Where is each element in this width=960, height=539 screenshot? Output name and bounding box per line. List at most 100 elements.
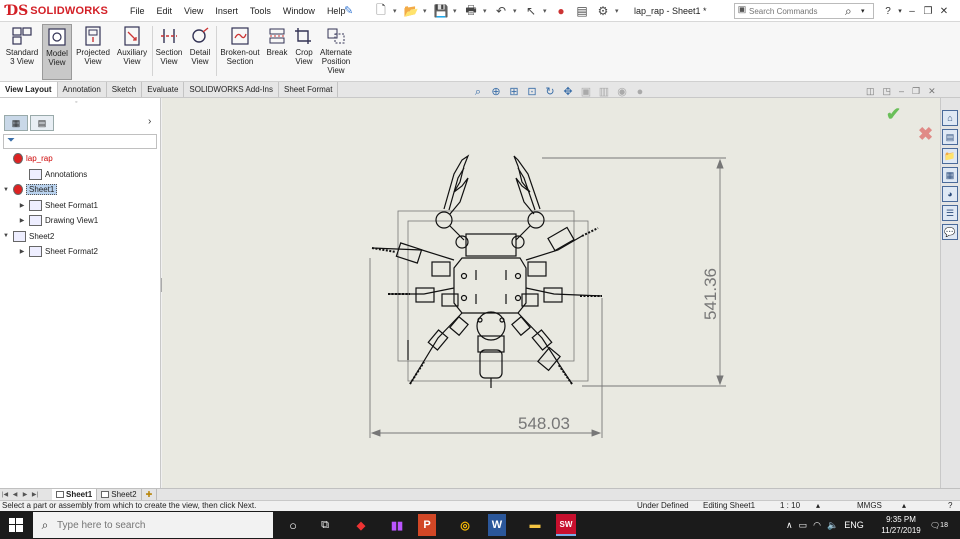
- zoom-to-selection-icon[interactable]: ⊡: [524, 84, 540, 100]
- tab-sheet-format[interactable]: Sheet Format: [279, 82, 339, 97]
- cortana-icon[interactable]: ○: [280, 514, 306, 536]
- cancel-x-icon[interactable]: ✖: [918, 124, 933, 145]
- scale-status[interactable]: 1 : 10: [780, 501, 800, 511]
- dimension-horizontal[interactable]: [369, 258, 603, 438]
- file-explorer-taskbar-icon[interactable]: ▬: [522, 514, 548, 536]
- zoom-in-out-icon[interactable]: ⊞: [506, 84, 522, 100]
- pan-icon[interactable]: ✥: [560, 84, 576, 100]
- dimension-541[interactable]: 541.36: [701, 268, 720, 320]
- next-sheet-icon[interactable]: ▶: [20, 491, 30, 498]
- equalizer-app-icon[interactable]: ▮▮: [384, 514, 410, 536]
- solidworks-logo[interactable]: ƊS SOLIDWORKS: [6, 3, 108, 19]
- tab-view-layout[interactable]: View Layout: [0, 82, 58, 97]
- volume-icon[interactable]: 🔈: [827, 520, 838, 531]
- property-manager-tab-icon[interactable]: ▤: [30, 115, 54, 131]
- restore-icon[interactable]: ❐: [920, 6, 936, 17]
- chevron-right-icon[interactable]: ›: [148, 116, 151, 127]
- file-properties-icon[interactable]: ▤: [573, 3, 591, 19]
- dimension-548[interactable]: 548.03: [518, 414, 570, 433]
- tab-evaluate[interactable]: Evaluate: [142, 82, 185, 97]
- home-icon[interactable]: ⌂: [942, 110, 958, 126]
- start-button[interactable]: [0, 511, 32, 539]
- chevron-down-icon[interactable]: ▾: [423, 7, 429, 15]
- add-sheet-button[interactable]: ✚: [142, 488, 158, 501]
- language-indicator[interactable]: ENG: [844, 520, 864, 530]
- doc-minimize-icon[interactable]: ◫: [866, 86, 875, 97]
- chevron-down-icon[interactable]: ▾: [896, 7, 904, 15]
- tab-annotation[interactable]: Annotation: [58, 82, 107, 97]
- tray-chevron-icon[interactable]: ∧: [786, 520, 793, 531]
- menu-window[interactable]: Window: [277, 0, 321, 22]
- help-icon[interactable]: ?: [880, 6, 896, 17]
- tree-expand-icon[interactable]: ▼: [2, 233, 10, 239]
- tree-expand-icon[interactable]: ▼: [2, 187, 10, 193]
- help-icon[interactable]: ?: [948, 501, 952, 511]
- tree-item-sheet-format2[interactable]: ▶ Sheet Format2: [18, 244, 98, 259]
- search-commands[interactable]: ▣ ⌕ ▾: [734, 3, 874, 19]
- game-app-icon[interactable]: ◆: [348, 514, 374, 536]
- pin-icon[interactable]: ✎: [344, 4, 356, 18]
- undo-icon[interactable]: ↶: [492, 3, 510, 19]
- break-button[interactable]: Break: [264, 24, 290, 80]
- section-view-button[interactable]: Section View: [154, 24, 184, 80]
- search-icon[interactable]: ⌕: [845, 4, 861, 19]
- chevron-down-icon[interactable]: ▾: [453, 7, 459, 15]
- panel-grip-icon[interactable]: ◦: [75, 99, 77, 106]
- clock[interactable]: 9:35 PM 11/27/2019: [878, 514, 924, 536]
- close-icon[interactable]: ✕: [936, 6, 952, 17]
- open-folder-icon[interactable]: 📂: [402, 3, 420, 19]
- tree-item-drawing-view1[interactable]: ▶ Drawing View1: [18, 213, 98, 228]
- chevron-down-icon[interactable]: ▾: [483, 7, 489, 15]
- chevron-down-icon[interactable]: ▾: [393, 7, 399, 15]
- notification-center[interactable]: 🗨 18: [930, 517, 948, 533]
- powerpoint-icon[interactable]: P: [418, 514, 436, 536]
- dimension-vertical[interactable]: [542, 157, 726, 387]
- broken-out-section-button[interactable]: Broken-out Section: [218, 24, 262, 80]
- tree-item-annotations[interactable]: Annotations: [18, 167, 87, 182]
- tab-solidworks-add-ins[interactable]: SOLIDWORKS Add-Ins: [184, 82, 279, 97]
- rebuild-icon[interactable]: ●: [552, 3, 570, 19]
- crop-view-button[interactable]: Crop View: [292, 24, 316, 80]
- appearance-icon[interactable]: ●: [632, 84, 648, 100]
- tree-expand-icon[interactable]: ▶: [18, 217, 26, 224]
- print-icon[interactable]: 🖶: [462, 3, 480, 19]
- last-sheet-icon[interactable]: ▶|: [30, 491, 40, 498]
- file-explorer-icon[interactable]: 📁: [942, 148, 958, 164]
- chevron-down-icon[interactable]: ▾: [615, 7, 621, 15]
- taskbar-search[interactable]: ⌕: [33, 512, 273, 538]
- standard-3-view-button[interactable]: Standard 3 View: [3, 24, 41, 80]
- doc-restore-icon[interactable]: ❐: [912, 86, 920, 97]
- menu-view[interactable]: View: [178, 0, 209, 22]
- projected-view-button[interactable]: Projected View: [74, 24, 112, 80]
- chevron-down-icon[interactable]: ▾: [543, 7, 549, 15]
- solidworks-taskbar-icon[interactable]: SW: [556, 514, 576, 536]
- detail-view-button[interactable]: Detail View: [186, 24, 214, 80]
- view-palette-icon[interactable]: ▦: [942, 167, 958, 183]
- doc-close-icon[interactable]: ✕: [928, 86, 936, 97]
- menu-insert[interactable]: Insert: [209, 0, 244, 22]
- sheet-tab-sheet1[interactable]: Sheet1: [52, 488, 98, 501]
- zoom-to-fit-icon[interactable]: ⌕: [470, 84, 486, 100]
- menu-file[interactable]: File: [124, 0, 151, 22]
- tree-item-sheet1[interactable]: ▼ Sheet1: [2, 182, 58, 197]
- new-document-icon[interactable]: 🗋: [372, 3, 390, 19]
- drawing-view1-geometry[interactable]: [371, 154, 603, 388]
- feature-manager-tab-icon[interactable]: ▦: [4, 115, 28, 131]
- custom-properties-icon[interactable]: ☰: [942, 205, 958, 221]
- display-style-icon[interactable]: ▣: [578, 84, 594, 100]
- graphics-area[interactable]: 548.03 541.36: [162, 98, 940, 488]
- prev-sheet-icon[interactable]: ◀: [10, 491, 20, 498]
- zoom-to-area-icon[interactable]: ⊕: [488, 84, 504, 100]
- doc-min-icon[interactable]: –: [899, 86, 904, 97]
- wifi-icon[interactable]: ◠: [813, 520, 821, 531]
- units-status[interactable]: MMGS: [857, 501, 882, 511]
- tree-filter[interactable]: ⏷: [3, 134, 157, 149]
- auxiliary-view-button[interactable]: Auxiliary View: [114, 24, 150, 80]
- search-scope-icon[interactable]: ▣: [735, 4, 749, 18]
- tree-item-sheet-format1[interactable]: ▶ Sheet Format1: [18, 198, 98, 213]
- doc-tile-icon[interactable]: ◳: [883, 86, 892, 97]
- view-orientation-icon[interactable]: ▥: [596, 84, 612, 100]
- design-library-icon[interactable]: ▤: [942, 129, 958, 145]
- appearances-icon[interactable]: ◕: [942, 186, 958, 202]
- chrome-icon[interactable]: ◎: [452, 514, 478, 536]
